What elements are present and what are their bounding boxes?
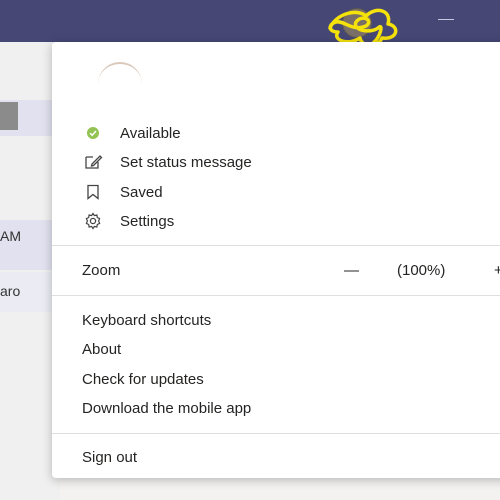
sign-out-item[interactable]: Sign out	[82, 449, 137, 466]
check-for-updates-item[interactable]: Check for updates	[82, 371, 204, 388]
zoom-out-button[interactable]: —	[344, 262, 359, 279]
divider	[52, 245, 500, 246]
divider	[52, 295, 500, 296]
set-status-message-item[interactable]: Set status message	[82, 153, 252, 171]
status-available[interactable]: Available	[82, 124, 181, 142]
left-pane-thumbnail	[0, 102, 18, 130]
settings-label: Settings	[120, 212, 175, 230]
edit-message-icon	[82, 153, 104, 171]
left-pane-text: aro	[0, 283, 21, 299]
left-pane-text: AM	[0, 228, 21, 244]
available-status-icon	[82, 124, 104, 142]
zoom-in-button[interactable]: +	[494, 262, 500, 279]
set-status-message-label: Set status message	[120, 153, 252, 171]
minimize-icon[interactable]	[438, 19, 454, 20]
about-item[interactable]: About	[82, 341, 121, 358]
zoom-label: Zoom	[82, 262, 121, 279]
profile-avatar	[98, 62, 142, 86]
title-bar	[0, 0, 500, 42]
settings-item[interactable]: Settings	[82, 212, 174, 230]
keyboard-shortcuts-item[interactable]: Keyboard shortcuts	[82, 312, 211, 329]
divider	[52, 433, 500, 434]
saved-item[interactable]: Saved	[82, 183, 163, 201]
profile-menu-panel: Available Set status message Saved Setti…	[52, 42, 500, 478]
saved-label: Saved	[120, 183, 163, 201]
bookmark-icon	[82, 183, 104, 201]
gear-icon	[82, 212, 104, 230]
status-label: Available	[120, 124, 181, 142]
download-mobile-app-item[interactable]: Download the mobile app	[82, 400, 251, 417]
zoom-value: (100%)	[397, 262, 446, 279]
